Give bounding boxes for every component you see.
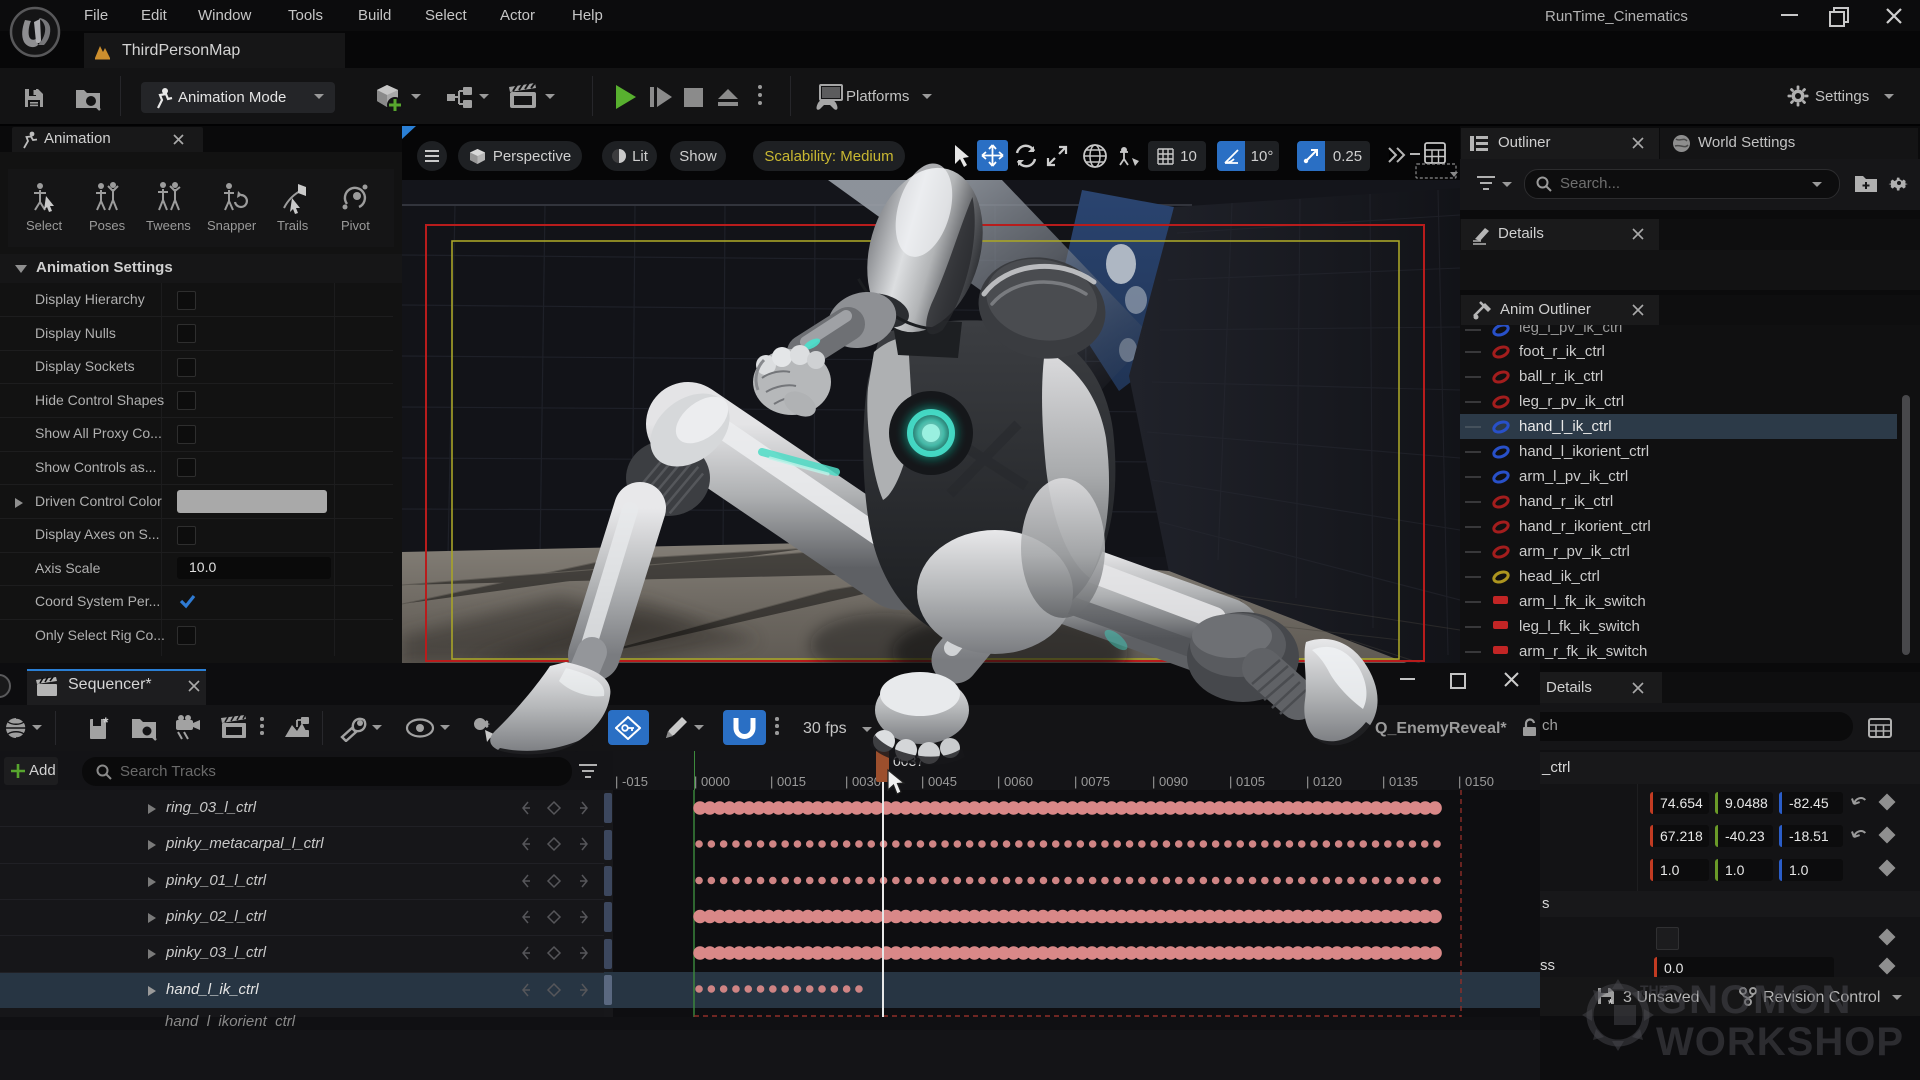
svg-text:*: *	[103, 715, 109, 730]
